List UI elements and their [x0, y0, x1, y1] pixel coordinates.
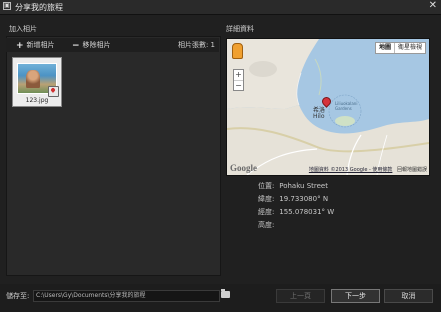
- folder-browse-icon[interactable]: [221, 289, 230, 298]
- add-photos-title: 加入相片: [9, 25, 37, 33]
- photo-subject: [26, 70, 40, 88]
- latitude-label: 緯度:: [258, 195, 275, 203]
- remove-photo-label: 移除相片: [82, 41, 111, 49]
- map-label-garden: Liliuokalani Gardens: [335, 101, 358, 111]
- longitude-value: 155.078031° W: [279, 208, 335, 216]
- photo-toolbar: + 新增相片 − 移除相片 相片張數: 1: [6, 38, 219, 52]
- longitude-row: 經度: 155.078031° W: [258, 207, 334, 217]
- altitude-row: 高度:: [258, 220, 277, 230]
- plus-icon: +: [16, 41, 24, 51]
- map-view[interactable]: + − 地圖 衛星檢視 希洛 Hilo Liliuokalani Gardens…: [226, 38, 430, 176]
- location-label: 位置:: [258, 182, 275, 190]
- latitude-value: 19.733080° N: [279, 195, 329, 203]
- map-attribution: 地圖資料 ©2013 Google - 使用條款 回報地圖錯誤: [309, 166, 427, 173]
- google-logo: Google: [230, 163, 257, 173]
- next-button[interactable]: 下一步: [331, 289, 380, 303]
- add-photo-label: 新增相片: [26, 41, 55, 49]
- map-type-satellite-button[interactable]: 衛星檢視: [395, 43, 425, 53]
- latitude-row: 緯度: 19.733080° N: [258, 194, 328, 204]
- location-row: 位置: Pohaku Street: [258, 181, 328, 191]
- save-path-field[interactable]: C:\Users\Gy\Documents\分享我的旅程: [33, 290, 220, 302]
- remove-photo-button[interactable]: − 移除相片: [72, 40, 111, 51]
- street-view-pegman-icon[interactable]: [232, 43, 243, 59]
- dialog-window: ▣ 分享我的旅程 ✕ 加入相片 + 新增相片 − 移除相片 相片張數: 1 123.…: [0, 0, 441, 312]
- photo-count: 相片張數: 1: [177, 41, 215, 49]
- photo-filename: 123.jpg: [25, 97, 49, 104]
- minus-icon: −: [72, 41, 80, 51]
- zoom-out-button[interactable]: −: [234, 81, 243, 91]
- map-type-control: 地圖 衛星檢視: [374, 42, 426, 54]
- map-canvas: [227, 39, 429, 175]
- photo-thumbnail[interactable]: 123.jpg: [12, 57, 62, 107]
- photo-image: [17, 63, 59, 97]
- add-photo-button[interactable]: + 新增相片: [16, 40, 55, 51]
- geotag-icon: [48, 86, 59, 97]
- window-title: 分享我的旅程: [15, 3, 63, 12]
- attribution-text[interactable]: 地圖資料 ©2013 Google - 使用條款: [309, 167, 393, 173]
- cancel-button[interactable]: 取消: [384, 289, 433, 303]
- details-title: 詳細資料: [226, 25, 254, 33]
- altitude-label: 高度:: [258, 221, 275, 229]
- back-button[interactable]: 上一頁: [276, 289, 325, 303]
- location-value: Pohaku Street: [279, 182, 328, 190]
- close-icon[interactable]: ✕: [429, 0, 437, 11]
- zoom-in-button[interactable]: +: [234, 70, 243, 81]
- map-type-map-button[interactable]: 地圖: [376, 43, 395, 53]
- zoom-control: + −: [233, 69, 244, 91]
- report-map-error-link[interactable]: 回報地圖錯誤: [397, 167, 427, 173]
- longitude-label: 經度:: [258, 208, 275, 216]
- map-label-city-en: Hilo: [313, 113, 325, 120]
- title-bar: ▣ 分享我的旅程 ✕: [0, 0, 441, 15]
- app-icon: ▣: [3, 2, 11, 10]
- save-path-label: 儲存至:: [6, 292, 30, 300]
